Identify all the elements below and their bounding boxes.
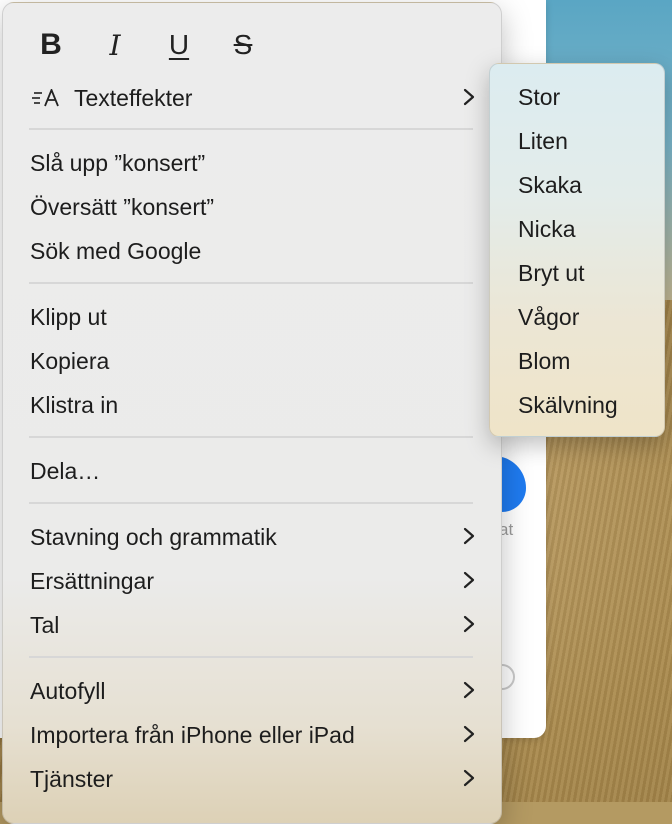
strikethrough-button[interactable]: S	[223, 25, 263, 65]
text-effects-submenu: Stor Liten Skaka Nicka Bryt ut Vågor Blo…	[489, 63, 665, 437]
bold-button[interactable]: B	[31, 25, 71, 65]
menu-item-import-iphone[interactable]: Importera från iPhone eller iPad	[3, 713, 501, 757]
italic-button[interactable]: I	[95, 25, 135, 65]
submenu-item-label: Blom	[518, 347, 571, 374]
submenu-item-label: Skaka	[518, 171, 582, 198]
submenu-item-skalvning[interactable]: Skälvning	[490, 383, 664, 427]
submenu-item-stor[interactable]: Stor	[490, 75, 664, 119]
menu-separator	[29, 282, 473, 284]
menu-item-label: Översätt ”konsert”	[30, 193, 215, 220]
menu-item-label: Slå upp ”konsert”	[30, 149, 206, 176]
menu-separator	[29, 436, 473, 438]
submenu-item-nicka[interactable]: Nicka	[490, 207, 664, 251]
menu-item-label: Autofyll	[30, 677, 106, 704]
menu-item-label: Ersättningar	[30, 567, 155, 594]
menu-item-label: Tjänster	[30, 765, 114, 792]
chevron-right-icon	[463, 88, 475, 106]
menu-item-spelling[interactable]: Stavning och grammatik	[3, 515, 501, 559]
menu-item-label: Texteffekter	[74, 84, 193, 111]
menu-item-label: Kopiera	[30, 347, 110, 374]
underline-button[interactable]: U	[159, 25, 199, 65]
menu-item-label: Sök med Google	[30, 237, 202, 264]
format-toolbar: B I U S	[3, 25, 501, 67]
menu-item-speech[interactable]: Tal	[3, 603, 501, 647]
submenu-item-label: Vågor	[518, 303, 580, 330]
submenu-item-blom[interactable]: Blom	[490, 339, 664, 383]
chevron-right-icon	[463, 725, 475, 743]
submenu-item-label: Liten	[518, 127, 568, 154]
chevron-right-icon	[463, 571, 475, 589]
submenu-item-skaka[interactable]: Skaka	[490, 163, 664, 207]
submenu-item-label: Nicka	[518, 215, 576, 242]
menu-item-copy[interactable]: Kopiera	[3, 339, 501, 383]
chevron-right-icon	[463, 681, 475, 699]
submenu-item-label: Stor	[518, 83, 561, 110]
chevron-right-icon	[463, 527, 475, 545]
text-effects-icon	[32, 87, 64, 107]
menu-item-search-google[interactable]: Sök med Google	[3, 229, 501, 273]
menu-item-label: Importera från iPhone eller iPad	[30, 721, 355, 748]
menu-item-label: Klistra in	[30, 391, 119, 418]
menu-item-text-effects[interactable]: Texteffekter	[3, 76, 501, 120]
context-menu: B I U S Texteffekter Slå upp ”konsert” Ö…	[2, 2, 502, 824]
submenu-item-liten[interactable]: Liten	[490, 119, 664, 163]
menu-item-autofill[interactable]: Autofyll	[3, 669, 501, 713]
submenu-item-bryt-ut[interactable]: Bryt ut	[490, 251, 664, 295]
menu-item-substitutions[interactable]: Ersättningar	[3, 559, 501, 603]
menu-item-services[interactable]: Tjänster	[3, 757, 501, 801]
submenu-item-label: Bryt ut	[518, 259, 585, 286]
submenu-item-vagor[interactable]: Vågor	[490, 295, 664, 339]
menu-item-look-up[interactable]: Slå upp ”konsert”	[3, 141, 501, 185]
chevron-right-icon	[463, 769, 475, 787]
chevron-right-icon	[463, 615, 475, 633]
menu-separator	[29, 128, 473, 130]
menu-item-paste[interactable]: Klistra in	[3, 383, 501, 427]
menu-item-label: Dela…	[30, 457, 101, 484]
menu-item-share[interactable]: Dela…	[3, 449, 501, 493]
menu-item-label: Klipp ut	[30, 303, 107, 330]
menu-separator	[29, 656, 473, 658]
submenu-item-label: Skälvning	[518, 391, 618, 418]
menu-item-translate[interactable]: Översätt ”konsert”	[3, 185, 501, 229]
menu-separator	[29, 502, 473, 504]
menu-item-label: Stavning och grammatik	[30, 523, 277, 550]
menu-item-cut[interactable]: Klipp ut	[3, 295, 501, 339]
menu-item-label: Tal	[30, 611, 60, 638]
